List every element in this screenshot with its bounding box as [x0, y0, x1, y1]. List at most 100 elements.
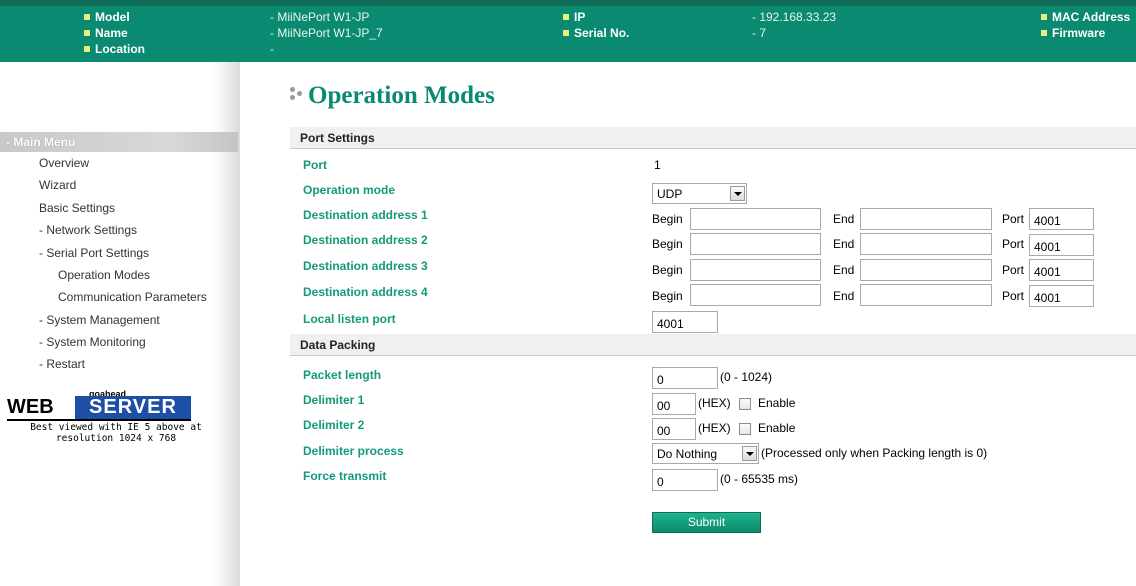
destination-3-end-input[interactable] [860, 259, 992, 281]
packet-length-label: Packet length [303, 368, 382, 382]
firmware-label: Firmware [1041, 26, 1105, 40]
top-info-bar: Model Name Location - MiiNePort W1-JP - … [0, 0, 1136, 62]
sidebar-item-operation-modes[interactable]: Operation Modes [58, 268, 150, 282]
delimiter-2-enable-label: Enable [758, 421, 796, 435]
local-listen-port-label: Local listen port [303, 312, 396, 326]
destination-address-4-label: Destination address 4 [303, 285, 428, 299]
local-listen-port-input[interactable] [652, 311, 718, 333]
ip-label-text: IP [574, 10, 586, 24]
delimiter-process-select[interactable]: Do Nothing [652, 443, 759, 464]
delimiter-1-enable-checkbox[interactable] [739, 398, 751, 410]
delimiter-process-label: Delimiter process [303, 444, 404, 458]
mac-address-label: MAC Address [1041, 10, 1130, 24]
operation-mode-label: Operation mode [303, 183, 396, 197]
end-label: End [833, 212, 855, 226]
begin-label: Begin [652, 237, 683, 251]
port-field-label: Port [1002, 263, 1025, 277]
ip-label: IP [563, 10, 585, 24]
operation-mode-selected-value: UDP [657, 187, 683, 201]
caption-line-1: Best viewed with IE 5 above at [30, 422, 202, 433]
serial-no-label: Serial No. [563, 26, 629, 40]
begin-label: Begin [652, 263, 683, 277]
logo-underline [7, 419, 191, 421]
page-title: Operation Modes [288, 82, 495, 110]
port-value: 1 [654, 158, 661, 172]
sidebar: - Main Menu Overview Wizard Basic Settin… [0, 62, 240, 586]
serial-no-value: - 7 [752, 26, 767, 40]
bullet-icon [84, 14, 90, 20]
name-label-text: Name [95, 26, 128, 40]
destination-4-end-input[interactable] [860, 284, 992, 306]
sidebar-item-wizard[interactable]: Wizard [39, 178, 76, 192]
firmware-label-text: Firmware [1052, 26, 1106, 40]
sidebar-item-system-monitoring[interactable]: - System Monitoring [39, 335, 146, 349]
chevron-down-icon [742, 446, 757, 461]
serial-no-label-text: Serial No. [574, 26, 630, 40]
name-label: Name [84, 26, 128, 40]
location-label: Location [84, 42, 145, 56]
main-menu-header[interactable]: - Main Menu [0, 132, 238, 152]
chevron-down-icon [730, 186, 745, 201]
page-title-text: Operation Modes [308, 82, 495, 109]
model-label: Model [84, 10, 130, 24]
destination-2-end-input[interactable] [860, 233, 992, 255]
caption-line-2: resolution 1024 x 768 [55, 433, 177, 444]
sidebar-item-network-settings[interactable]: - Network Settings [39, 223, 137, 237]
end-label: End [833, 237, 855, 251]
name-value: - MiiNePort W1-JP_7 [270, 26, 383, 40]
sidebar-item-communication-parameters[interactable]: Communication Parameters [58, 290, 207, 304]
ip-value: - 192.168.33.23 [752, 10, 837, 24]
mac-address-label-text: MAC Address [1052, 10, 1131, 24]
delimiter-1-label: Delimiter 1 [303, 393, 365, 407]
force-transmit-label: Force transmit [303, 469, 387, 483]
bullet-icon [563, 14, 569, 20]
port-label: Port [303, 158, 327, 172]
delimiter-1-hex-hint: (HEX) [698, 396, 731, 410]
end-label: End [833, 263, 855, 277]
packet-length-input[interactable] [652, 367, 718, 389]
location-value: - [270, 42, 274, 56]
destination-1-end-input[interactable] [860, 208, 992, 230]
sidebar-item-serial-port-settings[interactable]: - Serial Port Settings [39, 246, 149, 260]
destination-2-begin-input[interactable] [690, 233, 821, 255]
port-field-label: Port [1002, 289, 1025, 303]
packet-length-hint: (0 - 1024) [720, 370, 773, 384]
bullet-icon [1041, 30, 1047, 36]
sidebar-item-overview[interactable]: Overview [39, 156, 89, 170]
delimiter-1-input[interactable] [652, 393, 696, 415]
destination-1-begin-input[interactable] [690, 208, 821, 230]
title-dots-icon [288, 83, 308, 103]
destination-4-port-input[interactable] [1029, 285, 1094, 307]
destination-3-begin-input[interactable] [690, 259, 821, 281]
port-field-label: Port [1002, 212, 1025, 226]
force-transmit-input[interactable] [652, 469, 718, 491]
model-label-text: Model [95, 10, 130, 24]
end-label: End [833, 289, 855, 303]
sidebar-item-restart[interactable]: - Restart [39, 357, 85, 371]
delimiter-2-label: Delimiter 2 [303, 418, 365, 432]
logo-web-text: WEB [7, 396, 54, 418]
destination-3-port-input[interactable] [1029, 259, 1094, 281]
port-settings-section-header: Port Settings [290, 127, 1136, 149]
submit-button[interactable]: Submit [652, 512, 761, 533]
force-transmit-hint: (0 - 65535 ms) [720, 472, 799, 486]
destination-1-port-input[interactable] [1029, 208, 1094, 230]
delimiter-process-selected-value: Do Nothing [657, 447, 718, 461]
location-label-text: Location [95, 42, 145, 56]
delimiter-2-hex-hint: (HEX) [698, 421, 731, 435]
data-packing-section-header: Data Packing [290, 334, 1136, 356]
model-value: - MiiNePort W1-JP [270, 10, 370, 24]
bullet-icon [563, 30, 569, 36]
destination-2-port-input[interactable] [1029, 234, 1094, 256]
browser-recommendation: Best viewed with IE 5 above at resolutio… [0, 422, 232, 444]
destination-address-2-label: Destination address 2 [303, 233, 428, 247]
delimiter-2-input[interactable] [652, 418, 696, 440]
sidebar-item-basic-settings[interactable]: Basic Settings [39, 201, 115, 215]
destination-4-begin-input[interactable] [690, 284, 821, 306]
port-field-label: Port [1002, 237, 1025, 251]
delimiter-2-enable-checkbox[interactable] [739, 423, 751, 435]
delimiter-process-hint: (Processed only when Packing length is 0… [761, 446, 988, 460]
operation-mode-select[interactable]: UDP [652, 183, 747, 204]
sidebar-item-system-management[interactable]: - System Management [39, 313, 160, 327]
destination-address-3-label: Destination address 3 [303, 259, 428, 273]
